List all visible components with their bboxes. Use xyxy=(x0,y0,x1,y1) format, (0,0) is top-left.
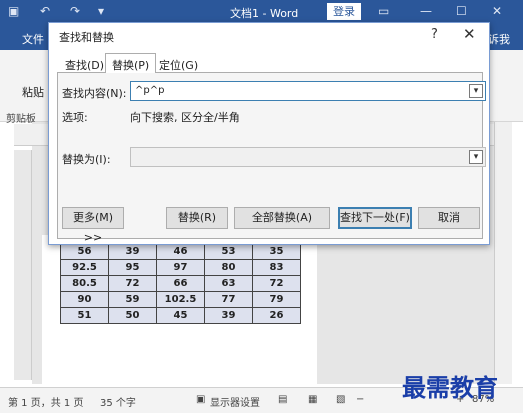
options-value: 向下搜索, 区分全/半角 xyxy=(130,111,240,124)
score-table[interactable]: 56 39 46 53 35 92.5 95 97 80 83 80.5 72 66 63 72 90 59 10… xyxy=(60,243,301,324)
table-cell[interactable]: 77 xyxy=(204,291,253,308)
tell-me-tab[interactable]: 诉我 xyxy=(488,31,510,47)
close-window-icon[interactable]: ✕ xyxy=(492,4,502,18)
vertical-scrollbar[interactable] xyxy=(494,122,512,384)
dialog-tabs: 查找(D) 替换(P) 定位(G) xyxy=(57,53,483,74)
replace-pane: 查找内容(N): ^p^p ▾ 选项: 向下搜索, 区分全/半角 替换为(I):… xyxy=(57,73,486,244)
display-icon: ▣ xyxy=(196,394,206,405)
cancel-button[interactable]: 取消 xyxy=(418,207,480,229)
login-button[interactable]: 登录 xyxy=(327,3,361,20)
find-replace-dialog: 查找和替换 ? ✕ 查找(D) 替换(P) 定位(G) 查找内容(N): ^p^… xyxy=(48,22,490,245)
replace-button[interactable]: 替换(R) xyxy=(166,207,228,229)
table-cell[interactable]: 35 xyxy=(252,243,301,260)
find-label: 查找内容(N): xyxy=(62,87,127,100)
help-icon[interactable]: ? xyxy=(431,27,438,42)
vertical-ruler xyxy=(14,150,32,380)
table-cell[interactable]: 51 xyxy=(60,307,109,324)
ribbon-display-icon[interactable]: ▭ xyxy=(378,4,389,18)
table-row: 92.5 95 97 80 83 xyxy=(60,259,301,276)
tab-replace[interactable]: 替换(P) xyxy=(105,53,157,74)
table-cell[interactable]: 45 xyxy=(156,307,205,324)
table-cell[interactable]: 72 xyxy=(252,275,301,292)
window-title: 文档1 - Word xyxy=(230,7,299,20)
table-cell[interactable]: 59 xyxy=(108,291,157,308)
table-cell[interactable]: 26 xyxy=(252,307,301,324)
options-label: 选项: xyxy=(62,111,88,124)
read-mode-icon[interactable]: ▤ xyxy=(278,394,287,405)
undo-icon[interactable]: ↶ xyxy=(40,4,50,18)
paste-button[interactable]: 粘贴 xyxy=(22,84,44,100)
table-cell[interactable]: 50 xyxy=(108,307,157,324)
file-tab[interactable]: 文件 xyxy=(22,31,44,47)
display-settings[interactable]: 显示器设置 xyxy=(210,394,260,409)
table-cell[interactable]: 80 xyxy=(204,259,253,276)
find-value: ^p^p xyxy=(135,85,165,96)
page-count[interactable]: 第 1 页，共 1 页 xyxy=(8,394,83,409)
customize-icon[interactable]: ▾ xyxy=(98,4,104,18)
watermark-text: 最需教育 xyxy=(402,373,498,402)
more-button[interactable]: 更多(M) >> xyxy=(62,207,124,244)
find-next-button[interactable]: 查找下一处(F) xyxy=(338,207,412,229)
find-history-chevron-down-icon[interactable]: ▾ xyxy=(469,84,483,98)
close-icon[interactable]: ✕ xyxy=(463,25,476,43)
replace-all-button[interactable]: 全部替换(A) xyxy=(234,207,330,229)
redo-icon[interactable]: ↷ xyxy=(70,4,80,18)
zoom-out-icon[interactable]: − xyxy=(356,394,364,405)
replace-input[interactable]: ▾ xyxy=(130,147,486,167)
table-cell[interactable]: 53 xyxy=(204,243,253,260)
save-icon[interactable]: ▣ xyxy=(8,4,19,18)
replace-history-chevron-down-icon[interactable]: ▾ xyxy=(469,150,483,164)
table-cell[interactable]: 80.5 xyxy=(60,275,109,292)
table-cell[interactable]: 79 xyxy=(252,291,301,308)
table-cell[interactable]: 97 xyxy=(156,259,205,276)
title-bar: ▣ ↶ ↷ ▾ 文档1 - Word 登录 ▭ — ☐ ✕ xyxy=(0,0,523,24)
print-layout-icon[interactable]: ▦ xyxy=(308,394,317,405)
maximize-icon[interactable]: ☐ xyxy=(456,4,467,18)
web-layout-icon[interactable]: ▧ xyxy=(336,394,345,405)
table-cell[interactable]: 92.5 xyxy=(60,259,109,276)
table-cell[interactable]: 66 xyxy=(156,275,205,292)
tab-goto[interactable]: 定位(G) xyxy=(153,54,204,74)
minimize-icon[interactable]: — xyxy=(420,4,432,18)
table-cell[interactable]: 83 xyxy=(252,259,301,276)
replace-label: 替换为(I): xyxy=(62,153,111,166)
table-row: 80.5 72 66 63 72 xyxy=(60,275,301,292)
dialog-title: 查找和替换 xyxy=(59,31,114,44)
word-count[interactable]: 35 个字 xyxy=(100,394,136,409)
table-cell[interactable]: 63 xyxy=(204,275,253,292)
table-cell[interactable]: 102.5 xyxy=(156,291,205,308)
table-cell[interactable]: 72 xyxy=(108,275,157,292)
table-cell[interactable]: 90 xyxy=(60,291,109,308)
table-row: 51 50 45 39 26 xyxy=(60,307,301,324)
table-cell[interactable]: 46 xyxy=(156,243,205,260)
table-row: 90 59 102.5 77 79 xyxy=(60,291,301,308)
table-cell[interactable]: 39 xyxy=(204,307,253,324)
tab-find[interactable]: 查找(D) xyxy=(59,54,110,74)
find-input[interactable]: ^p^p ▾ xyxy=(130,81,486,101)
table-cell[interactable]: 39 xyxy=(108,243,157,260)
table-cell[interactable]: 95 xyxy=(108,259,157,276)
